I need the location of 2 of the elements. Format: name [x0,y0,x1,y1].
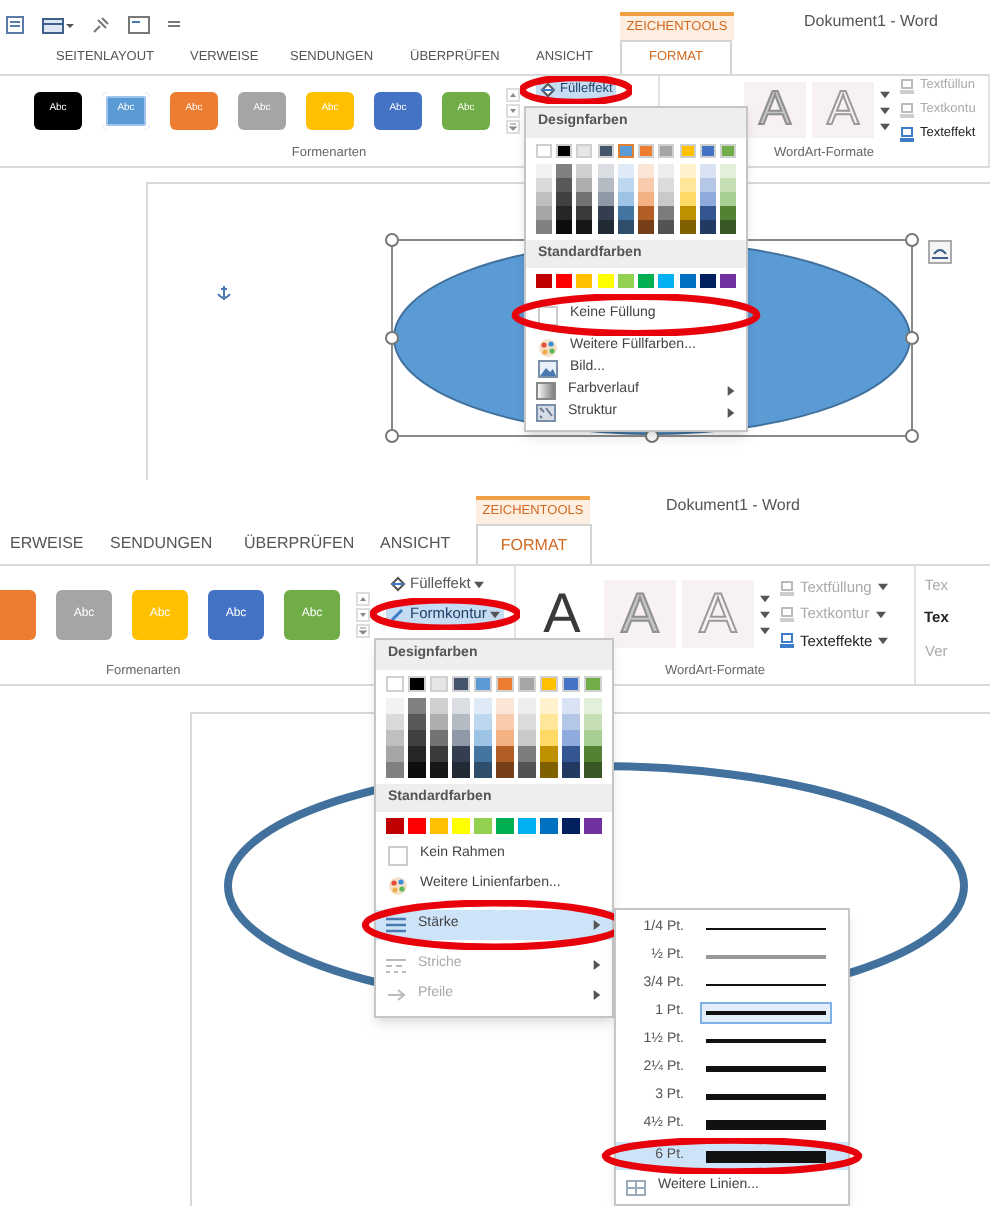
window-title: Dokument1 - Word [666,494,800,518]
window-title: Dokument1 - Word [804,10,938,34]
